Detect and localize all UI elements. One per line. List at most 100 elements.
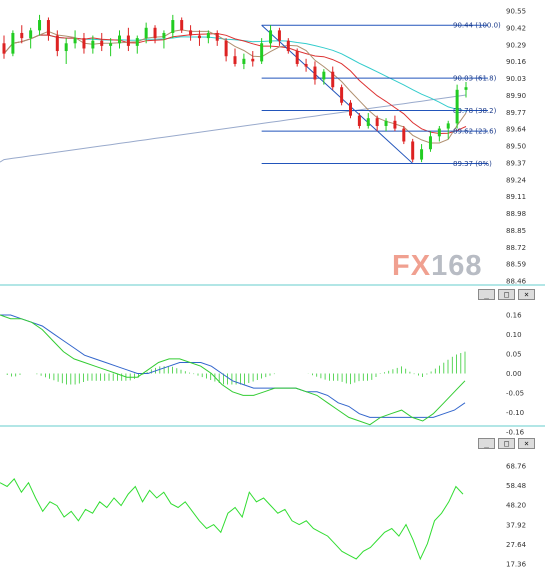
price-tick-label: 88.72 (506, 244, 526, 252)
candle-body (171, 20, 175, 33)
candle-body (215, 32, 219, 41)
moving-averages (0, 29, 467, 163)
candle-body (446, 123, 450, 129)
fib-level-label: 89.62 (23.6) (453, 128, 497, 136)
fx168-watermark: FX168 (392, 250, 482, 283)
candle-body (189, 30, 193, 36)
candle-body (64, 43, 68, 52)
candle-body (91, 40, 95, 49)
candle-body (331, 71, 335, 88)
rsi-pane: 68.76 58.48 48.20 37.92 27.64 17.36 (0, 463, 527, 569)
fib-level-label: 90.44 (100.0) (453, 22, 501, 30)
price-tick-label: 90.29 (506, 41, 526, 49)
close-button[interactable]: × (518, 289, 535, 300)
maximize-button[interactable]: □ (498, 438, 515, 449)
candle-body (197, 35, 201, 39)
macd-axis-ticks: 0.16 0.10 0.05 0.00 -0.05 -0.10 -0.16 (506, 312, 525, 437)
candle-body (109, 43, 113, 46)
candle-body (420, 149, 424, 160)
candle-body (29, 30, 33, 39)
fib-level-label: 90.03 (61.8) (453, 75, 497, 83)
candle-body (233, 56, 237, 64)
rsi-axis-ticks: 68.76 58.48 48.20 37.92 27.64 17.36 (506, 463, 527, 569)
fib-level-label: 89.78 (38.2) (453, 107, 497, 115)
candle-body (357, 115, 361, 126)
candle-body (100, 40, 104, 46)
price-tick-label: 89.77 (506, 109, 526, 117)
rsi-tick-label: 17.36 (506, 561, 527, 569)
ma-fast-line (3, 29, 467, 144)
candle-body (384, 120, 388, 126)
price-tick-label: 90.42 (506, 24, 526, 32)
macd-tick-label: -0.16 (506, 429, 525, 437)
rsi-tick-label: 68.76 (506, 463, 527, 471)
candle-body (242, 58, 246, 64)
chart-canvas: 90.55 90.42 90.29 90.16 90.03 89.90 89.77 89.64… (0, 8, 545, 569)
candle-body (224, 40, 228, 57)
macd-histogram (6, 351, 466, 385)
candle-body (375, 118, 379, 126)
rsi-tick-label: 58.48 (506, 482, 526, 490)
candle-body (180, 20, 184, 31)
candle-body (20, 32, 24, 39)
minimize-button[interactable]: _ (478, 438, 495, 449)
candle-body (340, 87, 344, 103)
candle-body (55, 35, 59, 52)
price-tick-label: 88.98 (506, 210, 526, 218)
candle-body (2, 43, 6, 54)
macd-tick-label: -0.05 (506, 390, 524, 398)
rsi-line (0, 478, 464, 561)
macd-lines (0, 314, 466, 426)
rsi-line (0, 478, 464, 561)
fib-level-label: 89.37 (0%) (453, 160, 492, 168)
candle-body (38, 20, 42, 31)
minimize-button[interactable]: _ (478, 289, 495, 300)
candle-body (46, 20, 50, 36)
candle-body (260, 43, 264, 62)
price-tick-label: 89.64 (506, 126, 527, 134)
price-tick-label: 88.46 (506, 278, 527, 286)
price-tick-label: 88.59 (506, 261, 526, 269)
macd-pane: 0.16 0.10 0.05 0.00 -0.05 -0.10 -0.16 (0, 312, 525, 437)
candle-body (464, 87, 468, 90)
price-tick-label: 90.55 (506, 8, 526, 16)
candle-body (349, 102, 352, 116)
candle-body (153, 27, 157, 39)
macd-tick-label: 0.00 (506, 370, 522, 378)
candle-body (366, 118, 370, 126)
fib-trend-line (261, 24, 414, 164)
rsi-tick-label: 27.64 (506, 541, 527, 549)
price-tick-label: 89.50 (506, 143, 526, 151)
maximize-button[interactable]: □ (498, 289, 515, 300)
price-tick-label: 89.24 (506, 176, 527, 184)
candle-body (126, 35, 130, 46)
watermark-168: 168 (431, 250, 483, 282)
price-axis-ticks: 90.55 90.42 90.29 90.16 90.03 89.90 89.77 89.64… (506, 8, 527, 286)
candle-body (437, 128, 441, 137)
watermark-fx: FX (392, 250, 432, 282)
candle-body (251, 58, 255, 62)
candle-body (11, 32, 15, 54)
price-tick-label: 89.37 (506, 159, 526, 167)
rsi-tick-label: 37.92 (506, 521, 526, 529)
macd-tick-label: 0.10 (506, 331, 522, 339)
candle-body (206, 32, 210, 39)
price-tick-label: 90.03 (506, 75, 526, 83)
candle-body (162, 32, 166, 39)
macd-line (0, 314, 466, 426)
candle-body (286, 40, 290, 52)
rsi-tick-label: 48.20 (506, 502, 526, 510)
price-pane: 90.55 90.42 90.29 90.16 90.03 89.90 89.77 89.64… (0, 8, 527, 286)
candle-body (295, 51, 299, 64)
price-tick-label: 89.90 (506, 92, 526, 100)
candle-body (402, 128, 406, 142)
candle-body (277, 30, 281, 41)
close-button[interactable]: × (518, 438, 535, 449)
candle-body (313, 66, 317, 80)
candle-body (455, 89, 459, 124)
price-tick-label: 90.16 (506, 58, 527, 66)
signal-line (0, 314, 466, 418)
candle-body (73, 38, 77, 44)
candle-body (411, 141, 415, 160)
candle-body (322, 71, 326, 80)
